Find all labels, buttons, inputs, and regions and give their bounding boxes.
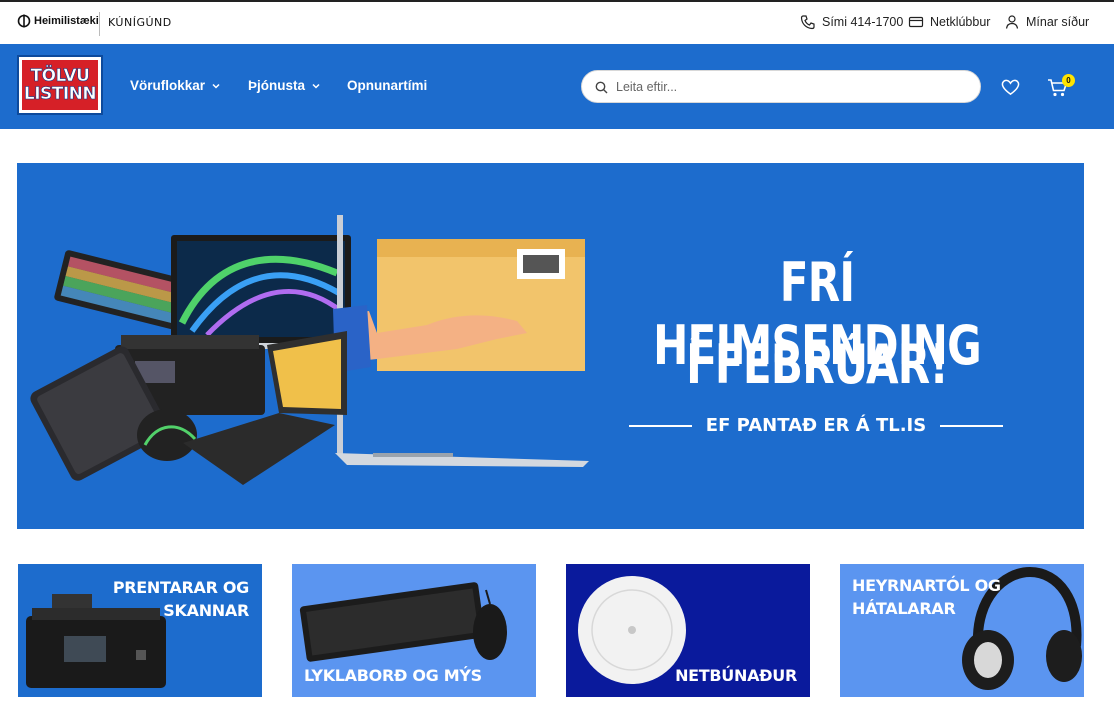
delivery-package-illustration xyxy=(333,239,585,373)
netklubbur-link[interactable]: Netklúbbur xyxy=(908,14,990,30)
logo-badge: TÖLVU LISTINN xyxy=(22,60,98,110)
category-tile-networking[interactable]: NETBÚNAÐUR xyxy=(566,564,810,697)
hero-subtitle-rule-left xyxy=(629,424,692,427)
category-tile-keyboards[interactable]: LYKLABORÐ OG MÝS xyxy=(292,564,536,697)
wishlist-heart-icon[interactable] xyxy=(1001,78,1020,97)
category-tile-networking-label: NETBÚNAÐUR xyxy=(675,666,797,685)
account-link[interactable]: Mínar síður xyxy=(1004,14,1089,30)
tolvulistinn-logo[interactable]: TÖLVU LISTINN xyxy=(17,55,103,115)
kunigund-brand-link[interactable]: KÚNÍGÚND xyxy=(108,16,172,29)
monitor-illustration xyxy=(171,235,351,349)
heimilistaeki-brand-link[interactable]: Heimilistæki xyxy=(17,14,99,28)
user-icon xyxy=(1005,15,1019,29)
category-tile-printers[interactable]: PRENTARAR OG SKANNAR xyxy=(18,564,262,697)
cart-count-badge: 0 xyxy=(1062,74,1075,87)
chevron-down-icon xyxy=(312,83,320,89)
main-navigation: TÖLVU LISTINN Vöruflokkar Þjónusta Opnun… xyxy=(0,44,1114,129)
category-tile-headphones-label: HEYRNARTÓL OG HÁTALARAR xyxy=(852,574,1001,620)
category-tile-keyboards-label: LYKLABORÐ OG MÝS xyxy=(304,666,482,685)
netklubbur-text: Netklúbbur xyxy=(930,15,991,29)
search-input[interactable] xyxy=(616,77,966,97)
page: Heimilistæki KÚNÍGÚND Sími 414-1700 Netk… xyxy=(0,0,1114,727)
heimilistaeki-brand-text: Heimilistæki xyxy=(34,15,99,27)
hero-headline-line2: Í FEBRÚAR! xyxy=(686,333,949,396)
top-utility-bar: Heimilistæki KÚNÍGÚND Sími 414-1700 Netk… xyxy=(0,0,1114,44)
nav-categories-label: Vöruflokkar xyxy=(130,78,206,93)
nav-item-hours[interactable]: Opnunartími xyxy=(347,78,427,93)
search-icon[interactable] xyxy=(595,81,608,94)
brand-divider xyxy=(99,12,100,36)
phone-link[interactable]: Sími 414-1700 xyxy=(800,14,903,30)
category-tile-headphones-label-line2: HÁTALARAR xyxy=(852,599,956,618)
search-box xyxy=(581,70,981,103)
category-tile-printers-label-line1: PRENTARAR OG xyxy=(112,578,249,597)
chevron-down-icon xyxy=(212,83,220,89)
hero-subtitle-text: EF PANTAÐ ER Á TL.IS xyxy=(705,415,927,436)
hero-subtitle-rule-right xyxy=(940,424,1004,427)
nav-item-service[interactable]: Þjónusta xyxy=(248,78,321,93)
nav-service-label: Þjónusta xyxy=(248,78,306,93)
phone-icon xyxy=(800,15,815,30)
account-text: Mínar síður xyxy=(1026,15,1090,29)
category-tile-printers-label-line2: SKANNAR xyxy=(163,601,249,620)
category-tile-headphones-label-line1: HEYRNARTÓL OG xyxy=(852,576,1001,595)
heimilistaeki-logo-icon xyxy=(17,14,31,28)
nav-item-categories[interactable]: Vöruflokkar xyxy=(130,78,221,93)
category-tile-headphones[interactable]: HEYRNARTÓL OG HÁTALARAR xyxy=(840,564,1084,697)
phone-text: Sími 414-1700 xyxy=(822,15,904,29)
card-icon xyxy=(908,16,924,28)
hero-banner[interactable]: FRÍ HEIMSENDING Í FEBRÚAR! EF PANTAÐ ER … xyxy=(17,163,1084,529)
nav-hours-label: Opnunartími xyxy=(347,78,428,93)
hero-products-illustration xyxy=(30,215,589,485)
gaming-mouse-illustration xyxy=(137,409,197,461)
hero-subtitle: EF PANTAÐ ER Á TL.IS xyxy=(629,415,1004,436)
logo-line2: LISTINN xyxy=(23,84,97,104)
category-tile-printers-label: PRENTARAR OG SKANNAR xyxy=(113,576,249,622)
logo-line1: TÖLVU xyxy=(30,66,90,86)
